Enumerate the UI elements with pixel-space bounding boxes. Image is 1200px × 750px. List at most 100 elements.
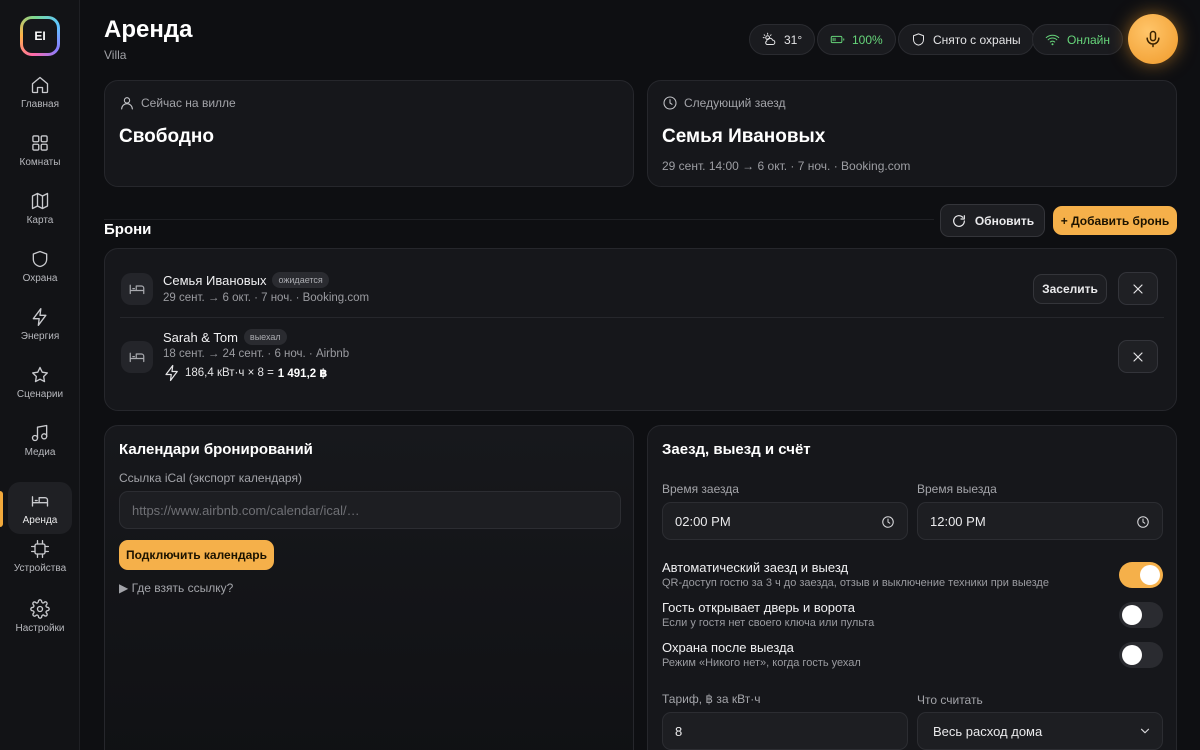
sidebar-item-label: Главная [20, 98, 60, 110]
sidebar-item-media[interactable]: Медиа [8, 414, 72, 466]
guest-door-title: Гость открывает дверь и ворота [662, 600, 856, 615]
sidebar-item-label: Настройки [15, 622, 65, 634]
clock-icon [881, 515, 895, 529]
booking-energy-bill: 186,4 кВт·ч × 8 = 1 491,2 ฿ [163, 364, 327, 382]
toggle-knob [1140, 565, 1160, 585]
current-occupancy-label: Сейчас на вилле [141, 96, 236, 110]
bookings-title: Брони [104, 221, 152, 238]
checkout-time-label: Время выезда [917, 482, 997, 496]
sidebar-item-security[interactable]: Охрана [8, 240, 72, 292]
tariff-label: Тариф, ฿ за кВт·ч [662, 692, 761, 706]
home-icon [31, 76, 49, 93]
weather-pill[interactable]: 31° [749, 24, 816, 55]
check-in-button[interactable]: Заселить [1033, 274, 1107, 304]
page-subtitle: Villa [104, 48, 127, 62]
checkin-title: Заезд, выезд и счёт [662, 441, 811, 458]
sidebar-item-scenarios[interactable]: Сценарии [8, 356, 72, 408]
network-status: Онлайн [1067, 32, 1110, 47]
sidebar-item-label: Устройства [13, 562, 67, 574]
bed-icon [129, 352, 145, 363]
booking-guest: Sarah & Tom выехал [163, 329, 287, 345]
sidebar-item-label: Карта [26, 214, 54, 226]
booking-guest: Семья Ивановых ожидается [163, 272, 329, 288]
ical-url-input[interactable]: https://www.airbnb.com/calendar/ical/… [119, 491, 621, 529]
connect-calendar-button[interactable]: Подключить календарь [119, 540, 274, 570]
booking-guest-name: Sarah & Tom [163, 329, 238, 345]
security-status: Снято с охраны [933, 32, 1021, 47]
count-select-value: Весь расход дома [933, 723, 1043, 739]
security-after-title: Охрана после выезда [662, 640, 794, 655]
guest-door-desc: Если у гостя нет своего ключа или пульта [662, 617, 875, 629]
app-logo[interactable]: EI [20, 16, 60, 56]
booking-guest-name: Семья Ивановых [163, 272, 267, 288]
sidebar-item-map[interactable]: Карта [8, 182, 72, 234]
checkout-time-input[interactable]: 12:00 PM [917, 502, 1163, 540]
grid-icon [32, 134, 48, 151]
bed-icon [31, 495, 49, 507]
sidebar-item-devices[interactable]: Устройства [8, 530, 72, 582]
next-checkin-label: Следующий заезд [684, 96, 786, 110]
clock-icon [1136, 515, 1150, 529]
checkin-time-value: 02:00 PM [675, 513, 731, 529]
sidebar-item-home[interactable]: Главная [8, 66, 72, 118]
chip-icon [31, 539, 49, 558]
checkin-time-input[interactable]: 02:00 PM [662, 502, 908, 540]
delete-booking-button[interactable] [1118, 340, 1158, 373]
sidebar-item-label: Охрана [22, 272, 58, 284]
booking-icon [121, 341, 153, 373]
delete-booking-button[interactable] [1118, 272, 1158, 305]
sidebar-item-label: Комнаты [19, 156, 61, 168]
microphone-icon [1146, 30, 1160, 48]
sidebar-item-label: Медиа [24, 446, 56, 458]
toggle-knob [1122, 605, 1142, 625]
next-checkin-meta: 29 сент. 14:00 → 6 окт. · 7 ноч. · Booki… [662, 159, 911, 173]
sidebar-item-label: Аренда [22, 514, 58, 526]
next-checkin-card: Следующий заезд Семья Ивановых 29 сент. … [647, 80, 1177, 187]
auto-checkin-toggle[interactable] [1119, 562, 1163, 588]
sidebar-item-rental[interactable]: Аренда [8, 482, 72, 534]
count-label: Что считать [917, 693, 983, 707]
count-select[interactable]: Весь расход дома [917, 712, 1163, 750]
ical-label: Ссылка iCal (экспорт календаря) [119, 471, 302, 485]
sidebar-item-label: Сценарии [16, 388, 64, 400]
sidebar-item-settings[interactable]: Настройки [8, 590, 72, 642]
bolt-icon [165, 364, 178, 382]
calendars-title: Календари бронирований [119, 441, 313, 458]
network-pill[interactable]: Онлайн [1032, 24, 1123, 55]
chevron-down-icon [1138, 724, 1152, 738]
add-booking-button[interactable]: + Добавить бронь [1053, 206, 1177, 235]
row-divider [120, 317, 1164, 318]
checkout-time-value: 12:00 PM [930, 513, 986, 529]
close-icon [1133, 283, 1143, 294]
star-icon [31, 366, 48, 382]
page-title: Аренда [104, 16, 193, 43]
booking-meta: 29 сент. → 6 окт. · 7 ноч. · Booking.com [163, 292, 370, 304]
toggle-knob [1122, 645, 1142, 665]
booking-meta: 18 сент. → 24 сент. · 6 ноч. · Airbnb [163, 348, 350, 360]
weather-icon [762, 32, 776, 45]
logo-text: EI [23, 19, 57, 53]
map-icon [31, 192, 49, 209]
refresh-icon [952, 214, 965, 227]
battery-value: 100% [852, 32, 883, 47]
security-pill[interactable]: Снято с охраны [898, 24, 1034, 55]
sidebar: EI Главная Комнаты Карта Охрана Энергия … [0, 0, 80, 750]
weather-value: 31° [784, 32, 803, 47]
tariff-input[interactable]: 8 [662, 712, 908, 750]
bed-icon [129, 284, 145, 295]
ical-help-toggle[interactable]: ▶ Где взять ссылку? [119, 581, 233, 595]
auto-checkin-title: Автоматический заезд и выезд [662, 560, 849, 575]
guest-door-toggle[interactable] [1119, 602, 1163, 628]
sidebar-item-rooms[interactable]: Комнаты [8, 124, 72, 176]
calendars-panel: Календари бронирований Ссылка iCal (эксп… [104, 425, 634, 750]
clock-icon [663, 96, 677, 110]
music-icon [31, 424, 48, 441]
status-badge: выехал [243, 329, 287, 345]
next-checkin-guest: Семья Ивановых [662, 126, 826, 147]
voice-assistant-button[interactable] [1128, 14, 1178, 64]
battery-pill[interactable]: 100% [817, 24, 896, 55]
sidebar-item-energy[interactable]: Энергия [8, 298, 72, 350]
security-after-toggle[interactable] [1119, 642, 1163, 668]
refresh-button[interactable]: Обновить [940, 204, 1045, 237]
booking-icon [121, 273, 153, 305]
